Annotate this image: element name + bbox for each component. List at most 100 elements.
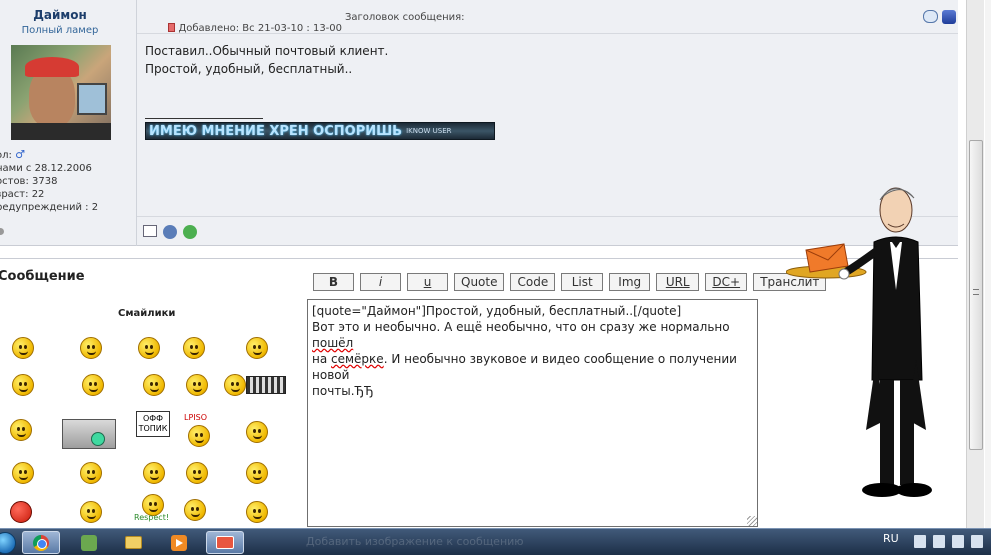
smiley-dancing-icon[interactable] bbox=[12, 337, 34, 359]
taskbar-explorer[interactable] bbox=[114, 531, 152, 554]
post-header: Добавлено: Вс 21-03-10 : 13-00 Заголовок… bbox=[137, 0, 958, 34]
smiley-hands-icon[interactable] bbox=[138, 337, 160, 359]
window-edge bbox=[985, 0, 991, 528]
smiley-thumbs-icon[interactable] bbox=[80, 337, 102, 359]
stat-label: редупреждений : bbox=[0, 202, 89, 213]
quote-button[interactable]: Quote bbox=[454, 273, 505, 291]
stat-warnings: редупреждений : 2 bbox=[0, 201, 98, 214]
profile-icon[interactable] bbox=[143, 225, 157, 237]
smiley-devil-icon[interactable] bbox=[10, 501, 32, 523]
bold-button[interactable]: B bbox=[313, 273, 354, 291]
smilies-label: Смайлики bbox=[118, 308, 176, 319]
smiley-wink-icon[interactable] bbox=[12, 462, 34, 484]
author-stats: ол: ♂ нами с 28.12.2006 остов: 3738 зрас… bbox=[0, 148, 98, 214]
code-button[interactable]: Code bbox=[510, 273, 556, 291]
volume-icon[interactable] bbox=[971, 535, 983, 548]
smiley-grin-icon[interactable] bbox=[246, 421, 268, 443]
taskbar-chrome[interactable] bbox=[22, 531, 60, 554]
scrollbar-thumb[interactable] bbox=[969, 140, 983, 450]
post-actions bbox=[923, 10, 956, 24]
dc-button[interactable]: DC+ bbox=[705, 273, 748, 291]
flag-icon[interactable] bbox=[914, 535, 926, 548]
url-button[interactable]: URL bbox=[656, 273, 700, 291]
img-button[interactable]: Img bbox=[609, 273, 651, 291]
post-date-text: Добавлено: Вс 21-03-10 : 13-00 bbox=[178, 23, 343, 34]
post-document-icon[interactable] bbox=[168, 23, 176, 32]
quote-icon[interactable] bbox=[923, 10, 938, 23]
editor-text: Вот это и необычно. А ещё необычно, что … bbox=[312, 320, 730, 334]
smiley-desk-icon[interactable] bbox=[62, 419, 116, 449]
avatar-shirt bbox=[11, 123, 111, 140]
smiley-sad-icon[interactable] bbox=[80, 501, 102, 523]
signature-divider bbox=[145, 118, 263, 119]
editor-line: почты.ЂЂ bbox=[312, 384, 374, 398]
textarea-resize-grip[interactable] bbox=[747, 516, 757, 526]
network-icon[interactable] bbox=[952, 535, 964, 548]
accordion-icon[interactable] bbox=[246, 376, 286, 394]
stat-label: ол: bbox=[0, 150, 12, 161]
system-tray bbox=[914, 535, 983, 548]
smiley-wave-icon[interactable] bbox=[143, 374, 165, 396]
explorer-folder-icon bbox=[124, 536, 142, 549]
taskbar-media-player[interactable] bbox=[160, 531, 198, 554]
page-scrollbar[interactable] bbox=[966, 0, 984, 528]
www-icon[interactable] bbox=[183, 225, 197, 239]
spellcheck-word: пошёл bbox=[312, 336, 354, 350]
windows-taskbar: Добавить изображение к сообщению RU bbox=[0, 528, 991, 555]
butler-mascot-illustration bbox=[786, 187, 932, 497]
smiley-shock-icon[interactable] bbox=[246, 462, 268, 484]
smiley-happy-icon[interactable] bbox=[82, 374, 104, 396]
smiley-respect-label: Respect! bbox=[134, 513, 170, 522]
smiley-sign-icon[interactable] bbox=[186, 374, 208, 396]
smiley-thinking-icon[interactable] bbox=[246, 337, 268, 359]
editor-line: Вот это и необычно. А ещё необычно, что … bbox=[312, 319, 753, 351]
smiley-cool-icon[interactable] bbox=[143, 462, 165, 484]
list-button[interactable]: List bbox=[561, 273, 604, 291]
smiley-lpiso-icon[interactable] bbox=[188, 425, 210, 447]
signature-banner: ИМЕЮ МНЕНИЕ ХРЕН ОСПОРИШЬ IKNOW USER bbox=[145, 122, 495, 140]
stat-posts: остов: 3738 bbox=[0, 175, 98, 188]
scrollbar-grip-icon bbox=[973, 289, 979, 295]
author-rank: Полный ламер bbox=[21, 25, 99, 36]
language-indicator[interactable]: RU bbox=[883, 532, 899, 545]
post-date: Добавлено: Вс 21-03-10 : 13-00 bbox=[143, 12, 342, 45]
stat-label: нами с bbox=[0, 163, 32, 174]
smiley-accordion-icon[interactable] bbox=[224, 374, 246, 396]
smiley-kiss-icon[interactable] bbox=[184, 499, 206, 521]
smiley-angry-icon[interactable] bbox=[246, 501, 268, 523]
stat-label: зраст: bbox=[0, 189, 29, 200]
message-textarea[interactable]: [quote="Даймон"]Простой, удобный, беспла… bbox=[307, 299, 758, 527]
smiley-offtopic-sign[interactable]: ОФФ ТОПИК bbox=[136, 411, 170, 437]
stat-value: 3738 bbox=[32, 176, 58, 187]
taskbar-mail-client[interactable] bbox=[206, 531, 244, 554]
smiley-smile-icon[interactable] bbox=[183, 337, 205, 359]
editor-line: на семёрке. И необычно звуковое и видео … bbox=[312, 351, 753, 383]
underline-button[interactable]: u bbox=[407, 273, 448, 291]
stat-label: остов: bbox=[0, 176, 29, 187]
taskbar-obscured-text: Добавить изображение к сообщению bbox=[306, 535, 524, 548]
smiley-laugh-icon[interactable] bbox=[186, 462, 208, 484]
stat-age: зраст: 22 bbox=[0, 188, 98, 201]
author-name[interactable]: Даймон bbox=[0, 8, 120, 22]
taskbar-game[interactable] bbox=[70, 531, 108, 554]
post-body-line: Простой, удобный, бесплатный.. bbox=[145, 62, 353, 76]
stat-value: 2 bbox=[91, 202, 99, 213]
smiley-rope-icon[interactable] bbox=[10, 419, 32, 441]
editor-text: на bbox=[312, 352, 332, 366]
edit-icon[interactable] bbox=[942, 10, 956, 24]
stat-gender: ол: ♂ bbox=[0, 148, 98, 162]
start-button[interactable] bbox=[0, 532, 16, 554]
male-gender-icon: ♂ bbox=[15, 148, 25, 161]
italic-button[interactable]: i bbox=[360, 273, 401, 291]
signature-text: ИМЕЮ МНЕНИЕ ХРЕН ОСПОРИШЬ bbox=[149, 123, 403, 139]
stat-value: 28.12.2006 bbox=[34, 163, 92, 174]
display-icon[interactable] bbox=[933, 535, 945, 548]
editor-line: [quote="Даймон"]Простой, удобный, беспла… bbox=[312, 304, 682, 318]
smiley-tongue-icon[interactable] bbox=[80, 462, 102, 484]
post-body: Поставил..Обычный почтовый клиент. Прост… bbox=[145, 42, 388, 78]
avatar-background-monitor bbox=[77, 83, 107, 115]
smiley-clap-icon[interactable] bbox=[12, 374, 34, 396]
avatar bbox=[11, 45, 111, 140]
smiley-lpiso-label: LPISO bbox=[184, 413, 208, 422]
pm-icon[interactable] bbox=[163, 225, 177, 239]
